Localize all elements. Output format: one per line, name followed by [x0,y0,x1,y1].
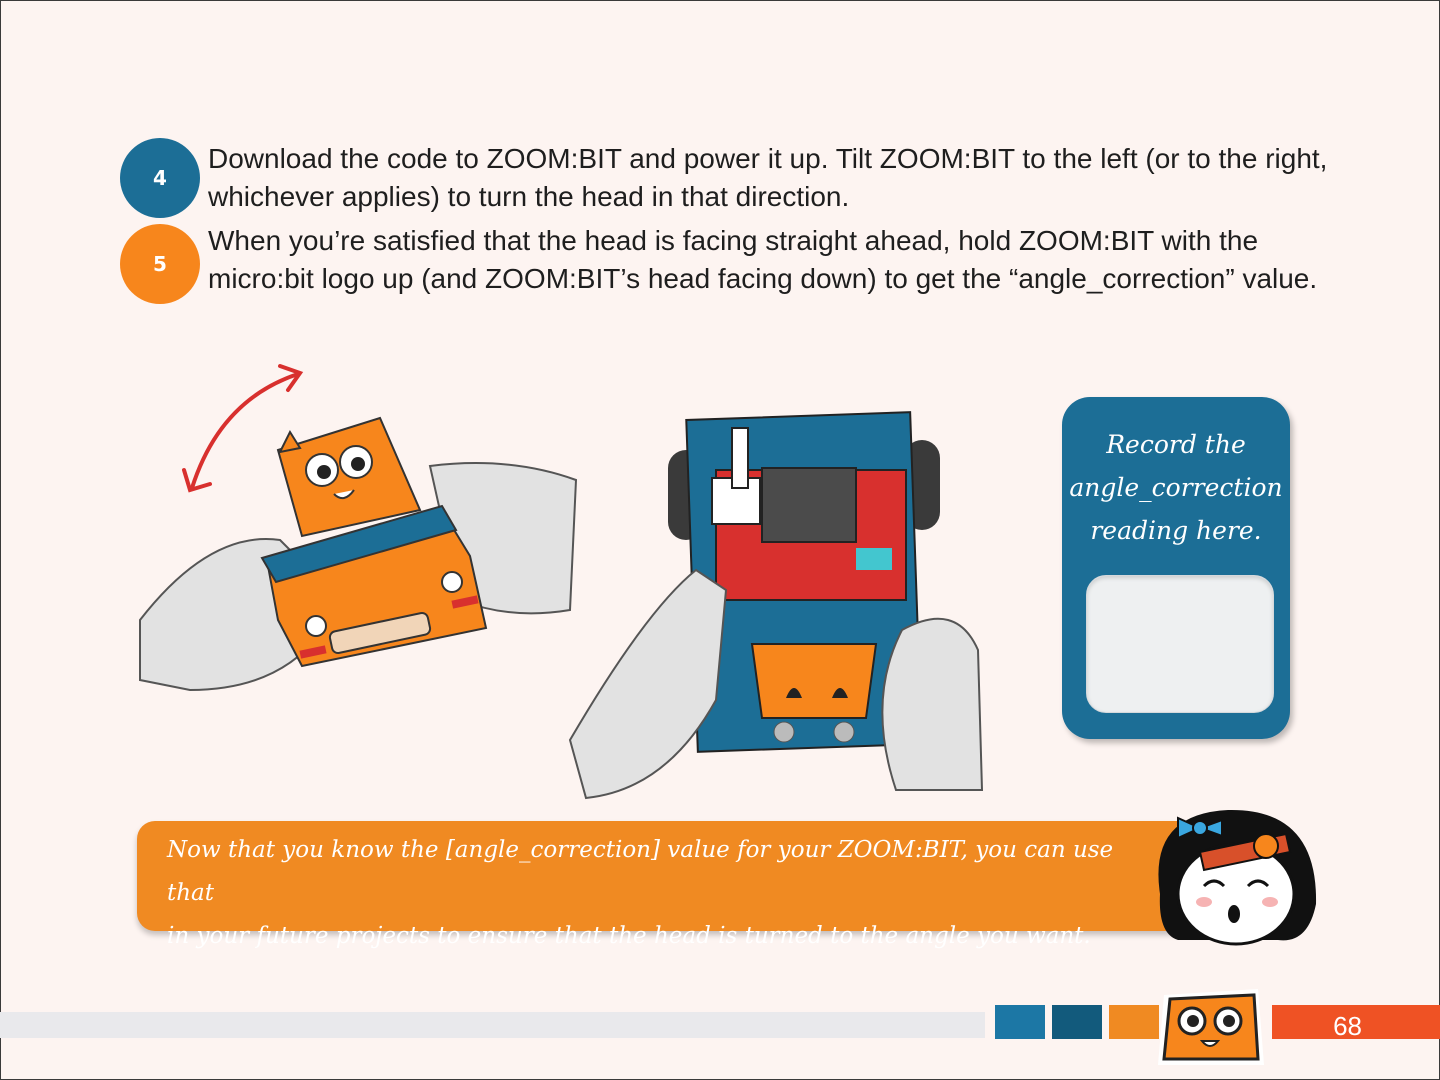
footer-square-blue [995,1005,1045,1039]
robot-tilt-illustration [139,364,578,692]
curved-arrow-icon [190,372,300,490]
step-number-badge: 5 [120,224,200,304]
record-reading-label: Record the angle_correction reading here… [1062,423,1290,552]
step-5-text: When you’re satisfied that the head is f… [208,225,1318,294]
tip-line-2: in your future projects to ensure that t… [167,923,1091,949]
step-number-badge: 4 [120,138,200,218]
footer-bar [0,1012,985,1038]
record-reading-panel: Record the angle_correction reading here… [1062,397,1290,739]
record-line-2: angle_correction [1069,473,1283,502]
record-line-3: reading here. [1090,516,1262,545]
step-4-text: Download the code to ZOOM:BIT and power … [208,143,1328,212]
footer-square-dark-blue [1052,1005,1102,1039]
zoombit-head-icon [1158,989,1264,1065]
angle-correction-write-in-box[interactable] [1086,575,1274,713]
record-line-1: Record the [1106,430,1246,459]
girl-mascot-icon [1158,809,1317,946]
tip-banner: Now that you know the [angle_correction]… [137,821,1217,949]
robot-upside-down-illustration [568,411,984,800]
page-number: 68 [1333,1011,1362,1041]
tip-line-1: Now that you know the [angle_correction]… [167,837,1114,906]
tip-banner-text: Now that you know the [angle_correction]… [167,829,1157,958]
